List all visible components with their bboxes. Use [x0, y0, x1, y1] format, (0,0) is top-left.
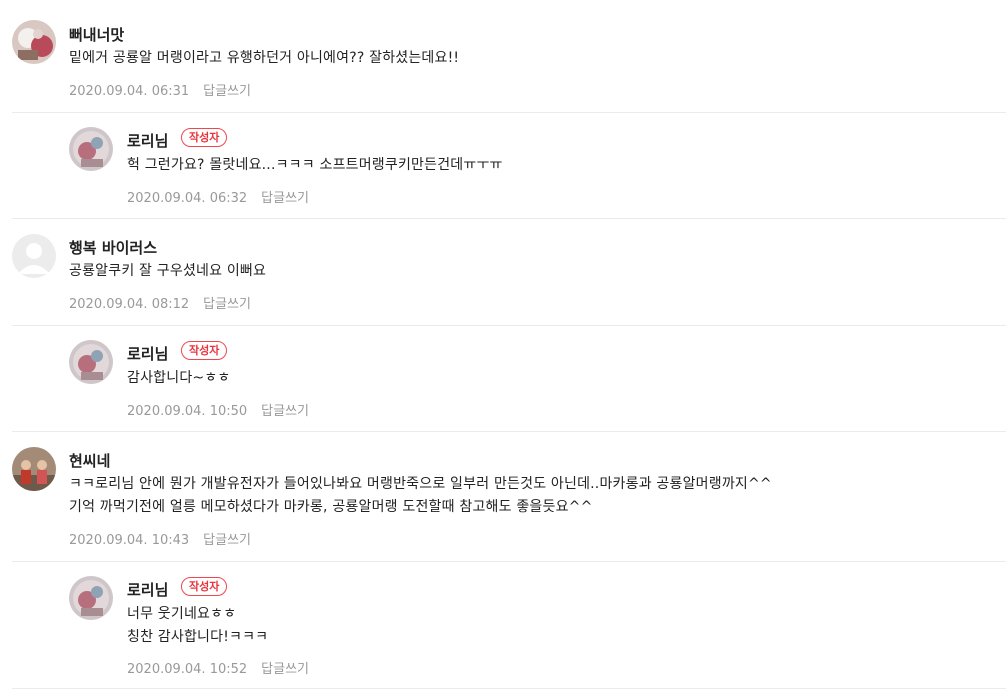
- reply-item: 로리님 작성자 감사합니다~ㅎㅎ 2020.09.04. 10:50 답글쓰기: [12, 326, 1006, 432]
- author-photo-avatar[interactable]: [69, 127, 113, 171]
- default-user-avatar[interactable]: [12, 234, 56, 278]
- reply-author[interactable]: 로리님: [127, 343, 168, 364]
- reply-date: 2020.09.04. 10:52: [127, 662, 248, 677]
- author-photo-avatar[interactable]: [69, 340, 113, 384]
- comment-text: 공룡알쿠키 잘 구우셨네요 이뻐요: [69, 263, 267, 279]
- author-badge: 작성자: [181, 341, 228, 360]
- reply-button[interactable]: 답글쓰기: [261, 662, 309, 677]
- comment-author[interactable]: 현씨네: [69, 450, 110, 471]
- comment-author[interactable]: 뻐내너맛: [69, 24, 124, 45]
- reply-author[interactable]: 로리님: [127, 130, 168, 151]
- reply-meta: 2020.09.04. 06:32 답글쓰기: [127, 187, 309, 206]
- reply-button[interactable]: 답글쓰기: [203, 84, 251, 99]
- reply-text-line-1: 너무 웃기네요ㅎㅎ: [127, 606, 237, 622]
- family-photo-avatar[interactable]: [12, 447, 56, 491]
- reply-meta: 2020.09.04. 10:50 답글쓰기: [127, 400, 309, 419]
- comment-meta: 2020.09.04. 10:43 답글쓰기: [69, 529, 251, 548]
- comment-meta: 2020.09.04. 06:31 답글쓰기: [69, 80, 251, 99]
- author-badge: 작성자: [181, 577, 228, 596]
- reply-date: 2020.09.04. 06:32: [127, 191, 248, 206]
- reply-text: 헉 그런가요? 몰랏네요...ㅋㅋㅋ 소프트머랭쿠키만든건데ㅠㅜㅠ: [127, 157, 503, 173]
- cake-photo-avatar[interactable]: [12, 20, 56, 64]
- reply-author[interactable]: 로리님: [127, 579, 168, 600]
- reply-text: 감사합니다~ㅎㅎ: [127, 370, 231, 386]
- reply-button[interactable]: 답글쓰기: [261, 404, 309, 419]
- author-photo-avatar[interactable]: [69, 576, 113, 620]
- comment-item: 행복 바이러스 공룡알쿠키 잘 구우셨네요 이뻐요 2020.09.04. 08…: [12, 219, 1006, 326]
- comment-author[interactable]: 행복 바이러스: [69, 237, 157, 258]
- comment-date: 2020.09.04. 06:31: [69, 84, 190, 99]
- reply-button[interactable]: 답글쓰기: [203, 533, 251, 548]
- reply-button[interactable]: 답글쓰기: [261, 191, 309, 206]
- comment-item: 현씨네 ㅋㅋ로리님 안에 뭔가 개발유전자가 들어있나봐요 머랭반죽으로 일부러…: [12, 432, 1006, 562]
- comment-text: 밑에거 공룡알 머랭이라고 유행하던거 아니에여?? 잘하셨는데요!!: [69, 50, 460, 66]
- comment-text-line-1: ㅋㅋ로리님 안에 뭔가 개발유전자가 들어있나봐요 머랭반죽으로 일부러 만든것…: [69, 476, 772, 492]
- reply-text-line-2: 칭찬 감사합니다!ㅋㅋㅋ: [127, 629, 269, 645]
- reply-button[interactable]: 답글쓰기: [203, 297, 251, 312]
- reply-meta: 2020.09.04. 10:52 답글쓰기: [127, 658, 309, 677]
- reply-item: 로리님 작성자 너무 웃기네요ㅎㅎ 칭찬 감사합니다!ㅋㅋㅋ 2020.09.0…: [12, 562, 1006, 689]
- reply-date: 2020.09.04. 10:50: [127, 404, 248, 419]
- comment-meta: 2020.09.04. 08:12 답글쓰기: [69, 293, 251, 312]
- author-badge: 작성자: [181, 128, 228, 147]
- comment-date: 2020.09.04. 08:12: [69, 297, 190, 312]
- reply-item: 로리님 작성자 헉 그런가요? 몰랏네요...ㅋㅋㅋ 소프트머랭쿠키만든건데ㅠㅜ…: [12, 113, 1006, 219]
- comment-date: 2020.09.04. 10:43: [69, 533, 190, 548]
- comment-text-line-2: 기억 까먹기전에 얼릉 메모하셨다가 마카롱, 공룡알머랭 도전할때 참고해도 …: [69, 499, 593, 515]
- comment-item: 뻐내너맛 밑에거 공룡알 머랭이라고 유행하던거 아니에여?? 잘하셨는데요!!…: [12, 0, 1006, 113]
